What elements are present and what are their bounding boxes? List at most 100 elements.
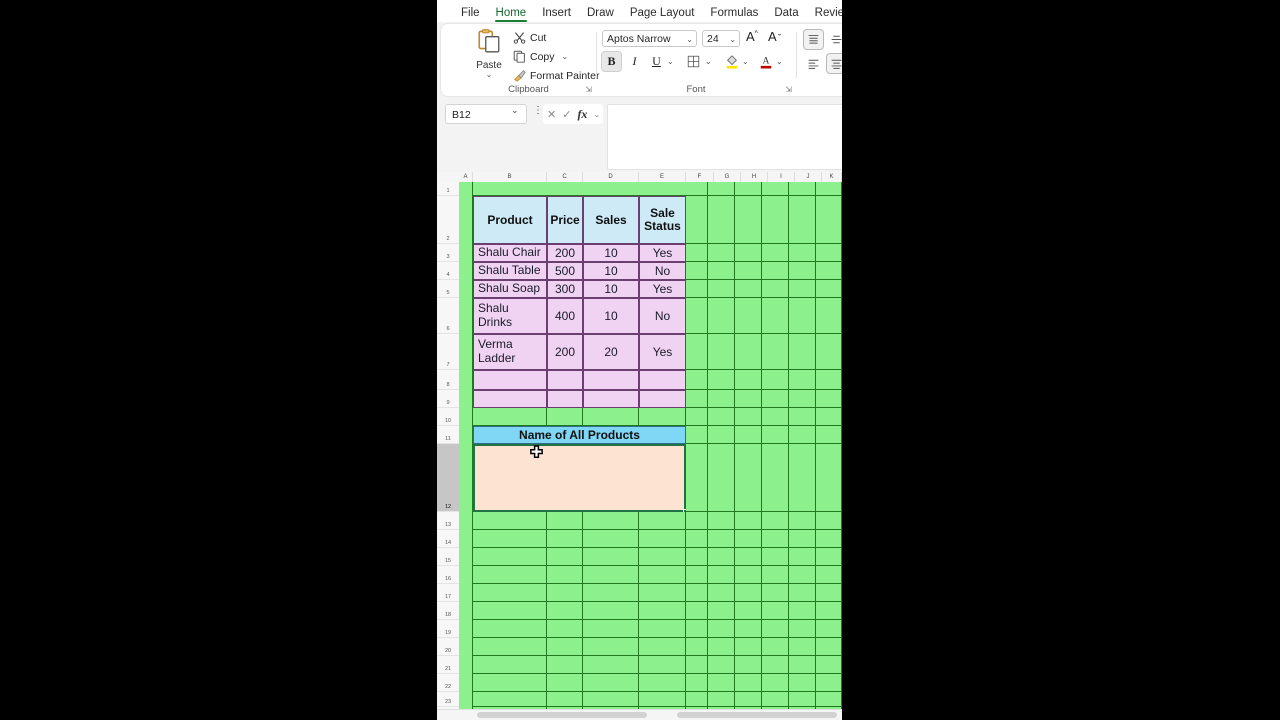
column-i-strip[interactable] [762,182,789,720]
align-middle-button[interactable] [827,30,842,49]
format-painter-button[interactable]: Format Painter [513,69,599,82]
row-header-11[interactable]: 11 [437,426,459,444]
cut-button[interactable]: Cut [513,31,546,44]
column-header-e[interactable]: E [639,172,686,182]
row-header-19[interactable]: 19 [437,620,459,638]
row-20-band[interactable] [473,638,686,656]
clipboard-dialog-launcher-icon[interactable]: ⇲ [585,85,592,94]
row-22-band[interactable] [473,674,686,692]
tab-page-layout[interactable]: Page Layout [622,5,703,22]
row-15-band[interactable] [473,548,686,566]
row-header-20[interactable]: 20 [437,638,459,656]
table-row[interactable]: Shalu Table [473,262,547,280]
row-13-band[interactable] [473,512,686,530]
table-row[interactable]: 10 [583,262,639,280]
fill-color-button[interactable] [722,52,741,71]
tab-draw[interactable]: Draw [579,5,622,22]
table-row[interactable]: 400 [547,298,583,334]
table-row[interactable] [473,370,547,390]
table-row[interactable]: No [639,262,686,280]
row-header-2[interactable]: 2 [437,196,459,244]
row-header-8[interactable]: 8 [437,370,459,390]
column-g-strip[interactable] [708,182,735,720]
row-header-5[interactable]: 5 [437,280,459,298]
copy-chevron-down-icon[interactable]: ⌄ [562,52,569,61]
horizontal-scrollbar-thumb[interactable] [477,712,647,718]
formula-bar-more-icon[interactable]: ⋮ [533,106,543,116]
tab-data[interactable]: Data [766,5,806,22]
row-19-band[interactable] [473,620,686,638]
underline-button[interactable]: U [647,52,666,71]
table-row[interactable]: Shalu Chair [473,244,547,262]
row-header-18[interactable]: 18 [437,602,459,620]
table-row[interactable]: No [639,298,686,334]
row-header-16[interactable]: 16 [437,566,459,584]
row-header-1[interactable]: 1 [437,182,459,196]
column-k-strip[interactable] [816,182,842,720]
table-row[interactable]: Yes [639,280,686,298]
table-row[interactable] [547,370,583,390]
table-row[interactable]: 10 [583,244,639,262]
table-row[interactable] [473,390,547,408]
column-header-d[interactable]: D [583,172,639,182]
tab-insert[interactable]: Insert [534,5,579,22]
fill-color-chevron-down-icon[interactable]: ⌄ [742,57,749,66]
column-header-g[interactable]: G [714,172,741,182]
row-header-7[interactable]: 7 [437,334,459,370]
tab-formulas[interactable]: Formulas [702,5,766,22]
column-header-f[interactable]: F [686,172,714,182]
row-header-10[interactable]: 10 [437,408,459,426]
borders-chevron-down-icon[interactable]: ⌄ [705,57,712,66]
font-color-button[interactable]: A [756,52,775,71]
align-center-button[interactable] [827,54,842,73]
row-header-21[interactable]: 21 [437,656,459,674]
column-f-strip[interactable] [686,182,708,720]
cancel-formula-icon[interactable]: ✕ [547,108,556,121]
row-header-12[interactable]: 12 [437,444,459,512]
row-14-band[interactable] [473,530,686,548]
table-row[interactable]: 10 [583,298,639,334]
paste-chevron-down-icon[interactable]: ⌄ [467,71,511,79]
table-row[interactable] [583,390,639,408]
row-header-15[interactable]: 15 [437,548,459,566]
table-header-product[interactable]: Product [473,196,547,244]
row-21-band[interactable] [473,656,686,674]
table-header-price[interactable]: Price [547,196,583,244]
bold-button[interactable]: B [602,52,621,71]
table-row[interactable]: 10 [583,280,639,298]
table-header-sales[interactable]: Sales [583,196,639,244]
table-row[interactable]: Verma Ladder [473,334,547,370]
row-18-band[interactable] [473,602,686,620]
row-header-22[interactable]: 22 [437,674,459,692]
column-header-a[interactable]: A [459,172,473,182]
column-header-i[interactable]: I [768,172,795,182]
font-size-chevron-down-icon[interactable]: ⌄ [729,31,736,48]
tab-file[interactable]: File [453,5,488,22]
table-row[interactable]: Yes [639,334,686,370]
table-row[interactable] [583,370,639,390]
table-row[interactable]: 200 [547,334,583,370]
tab-review[interactable]: Review [807,5,842,22]
table-header-sale-status[interactable]: Sale Status [639,196,686,244]
column-header-c[interactable]: C [547,172,583,182]
section-title-cell[interactable]: Name of All Products [473,426,686,444]
table-row[interactable]: Yes [639,244,686,262]
row-17-band[interactable] [473,584,686,602]
row-header-14[interactable]: 14 [437,530,459,548]
table-row[interactable]: 300 [547,280,583,298]
table-row[interactable] [639,370,686,390]
borders-button[interactable] [684,52,703,71]
table-row[interactable]: Shalu Soap [473,280,547,298]
row-header-6[interactable]: 6 [437,298,459,334]
select-all-corner[interactable] [437,172,460,182]
column-header-h[interactable]: H [741,172,768,182]
column-a-strip[interactable] [459,182,473,720]
copy-button[interactable]: Copy ⌄ [513,50,568,63]
formula-input[interactable] [607,104,842,170]
table-row[interactable] [639,390,686,408]
column-header-j[interactable]: J [795,172,822,182]
row-header-9[interactable]: 9 [437,390,459,408]
row-16-band[interactable] [473,566,686,584]
align-left-button[interactable] [804,54,823,73]
selected-cell-b12[interactable] [473,444,686,512]
